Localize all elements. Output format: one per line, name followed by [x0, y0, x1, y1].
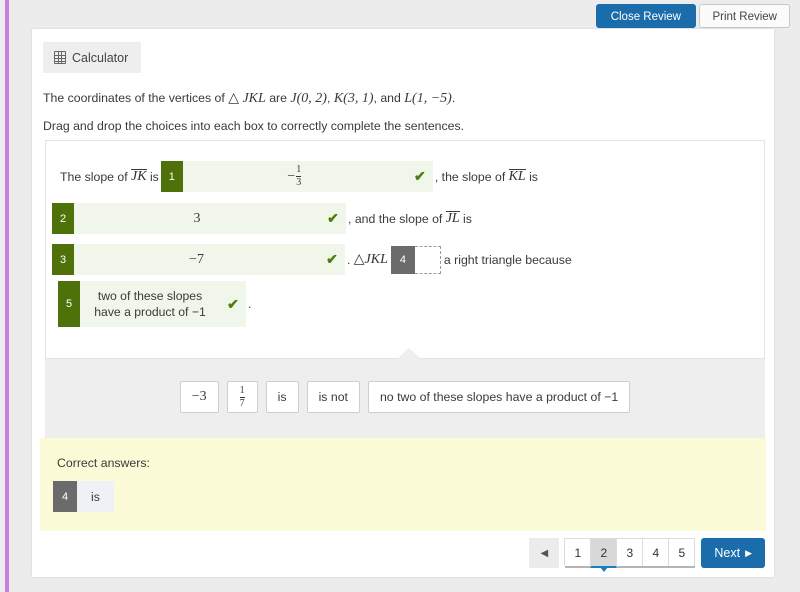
label-the-slope-of-2: , the slope of — [434, 169, 506, 184]
calculator-button[interactable]: Calculator — [43, 42, 141, 73]
choice-chip-is-not[interactable]: is not — [306, 381, 360, 413]
answer-slot-5[interactable]: 5 two of these slopes have a product of … — [58, 281, 246, 327]
point-j: J(0, 2) — [290, 91, 327, 106]
sentence-row-2: 2 3 ✔ , and the slope of JL is — [50, 203, 472, 234]
choice-chip-no-two-slopes[interactable]: no two of these slopes have a product of… — [367, 381, 631, 413]
statement-end: . — [451, 91, 456, 105]
answer-slot-2-tag: 2 — [52, 203, 74, 234]
next-arrow-icon: ▶ — [745, 547, 752, 558]
page-button-2[interactable]: 2 — [590, 538, 618, 572]
answer-slot-4[interactable]: 4 — [390, 245, 441, 274]
page-button-3[interactable]: 3 — [616, 538, 644, 566]
page-button-5[interactable]: 5 — [668, 538, 696, 566]
prev-page-button[interactable]: ◀ — [529, 538, 560, 568]
answer-slot-3[interactable]: 3 −7 ✔ — [52, 244, 345, 275]
point-l: L(1, −5) — [404, 91, 452, 106]
triangle-symbol: △ — [228, 91, 240, 106]
pagination: ◀ 1 2 3 4 5 Next ▶ — [529, 538, 765, 572]
label-is-3: is — [463, 211, 472, 226]
next-page-button[interactable]: Next ▶ — [701, 538, 765, 568]
answer-slot-4-dropzone[interactable] — [414, 245, 441, 274]
problem-statement: The coordinates of the vertices of △ JKL… — [43, 91, 456, 106]
check-icon-2: ✔ — [327, 210, 339, 226]
sentence-row-3: 3 −7 ✔ . △ JKL 4 a right triangle becaus… — [50, 244, 572, 275]
sentence-row-1: The slope of JK is 1 −313 ✔ , the slope … — [60, 161, 538, 192]
page-button-1[interactable]: 1 — [564, 538, 592, 566]
calculator-icon — [54, 51, 66, 64]
correct-answers-band: Correct answers: 4 is — [40, 438, 766, 531]
next-label: Next — [714, 546, 741, 560]
choices-tray: −3 1 7 is is not no two of these slopes … — [45, 348, 765, 447]
fraction-one-seventh: 1 7 — [239, 384, 245, 409]
choice-chip-neg-3[interactable]: −3 — [179, 381, 219, 413]
correct-answer-value: is — [77, 481, 114, 512]
close-review-button[interactable]: Close Review — [595, 4, 696, 28]
segment-jl: JL — [445, 210, 460, 226]
label-and-slope-of: , and the slope of — [348, 211, 443, 226]
label-slope-of-1: The slope of — [60, 169, 128, 184]
answer-slot-1[interactable]: 1 −313 ✔ — [160, 161, 433, 192]
left-purple-stripe — [5, 0, 9, 592]
top-toolbar: Close Review Print Review — [0, 0, 800, 32]
drag-drop-panel: The slope of JK is 1 −313 ✔ , the slope … — [45, 140, 765, 359]
check-icon-1: ✔ — [413, 168, 426, 184]
segment-kl: KL — [508, 168, 526, 184]
print-review-button[interactable]: Print Review — [699, 4, 790, 28]
choice-chip-one-seventh[interactable]: 1 7 — [226, 381, 258, 413]
label-period-1: . — [347, 252, 351, 267]
sentence-row-4: 5 two of these slopes have a product of … — [56, 281, 251, 327]
answer-slot-3-value: −7 — [189, 251, 204, 267]
correct-answers-heading: Correct answers: — [57, 456, 150, 470]
choice-chip-is[interactable]: is — [265, 381, 299, 413]
instruction-text: Drag and drop the choices into each box … — [43, 119, 465, 133]
answer-slot-2-value: 3 — [193, 210, 201, 226]
answer-slot-1-tag: 1 — [160, 161, 183, 192]
tray-caret-icon — [397, 348, 421, 359]
answer-slot-5-value: two of these slopes have a product of −1 — [94, 288, 206, 319]
tray-choice-list: −3 1 7 is is not no two of these slopes … — [45, 381, 765, 413]
check-icon-3: ✔ — [326, 251, 338, 267]
statement-and: , and — [373, 91, 401, 105]
label-is-2: is — [529, 169, 538, 184]
triangle-name: JKL — [242, 91, 266, 106]
point-k: K(3, 1) — [333, 91, 374, 106]
page-button-4[interactable]: 4 — [642, 538, 670, 566]
label-is-1: is — [149, 169, 159, 184]
calculator-label: Calculator — [72, 50, 129, 65]
triangle-symbol-2: △ — [353, 252, 365, 267]
correct-answer-pill: 4 is — [53, 481, 114, 512]
triangle-name-2: JKL — [364, 251, 388, 267]
answer-slot-4-tag: 4 — [390, 245, 415, 274]
statement-prefix: The coordinates of the vertices of — [43, 91, 225, 105]
answer-slot-5-tag: 5 — [58, 281, 80, 327]
statement-are: are — [269, 91, 287, 105]
check-icon-5: ✔ — [227, 295, 239, 312]
question-card: Calculator The coordinates of the vertic… — [32, 29, 774, 577]
page-number-list: 1 2 3 4 5 — [564, 538, 696, 572]
answer-slot-3-tag: 3 — [52, 244, 74, 275]
fraction-neg-one-third: 313 — [296, 164, 302, 188]
label-period-2: . — [248, 297, 252, 311]
answer-slot-1-value: −313 — [287, 164, 302, 188]
correct-answer-tag: 4 — [53, 481, 77, 512]
segment-jk: JK — [131, 168, 147, 184]
label-right-triangle: a right triangle because — [443, 252, 572, 267]
answer-slot-2[interactable]: 2 3 ✔ — [52, 203, 346, 234]
